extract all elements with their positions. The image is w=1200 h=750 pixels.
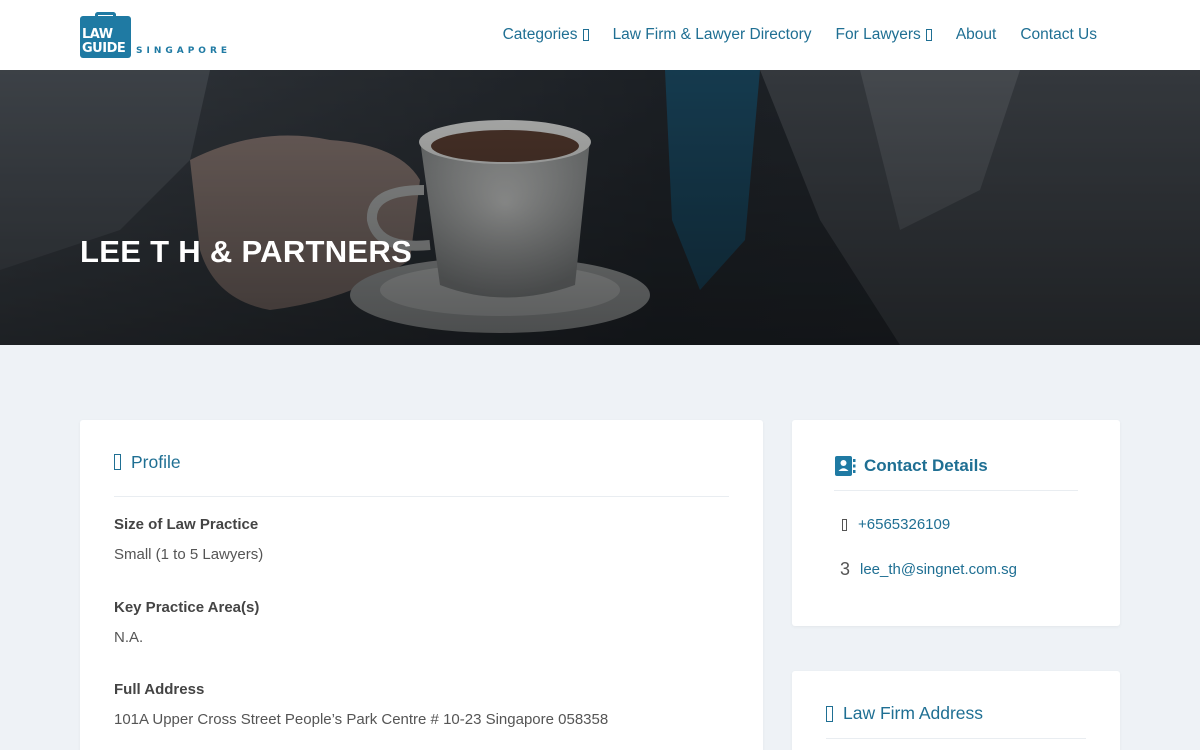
field-label: Full Address bbox=[114, 681, 205, 698]
site-logo[interactable]: LAW GUIDE SINGAPORE bbox=[80, 12, 250, 60]
field-value: 101A Upper Cross Street People’s Park Ce… bbox=[114, 711, 609, 728]
logo-word-guide: GUIDE bbox=[82, 41, 126, 56]
chevron-down-icon bbox=[582, 29, 589, 41]
nav-about-label: About bbox=[955, 26, 997, 43]
address-card-header: Law Firm Address bbox=[826, 689, 1086, 739]
nav-directory-label: Law Firm & Lawyer Directory bbox=[612, 26, 812, 43]
contact-email-row: 3 lee_th@singnet.com.sg bbox=[838, 559, 1017, 580]
field-label: Key Practice Area(s) bbox=[114, 599, 260, 616]
nav-directory[interactable]: Law Firm & Lawyer Directory bbox=[613, 26, 812, 44]
nav-contact-us-label: Contact Us bbox=[1020, 26, 1097, 43]
field-practice-areas: Key Practice Area(s) N.A. bbox=[114, 599, 259, 646]
field-practice-size: Size of Law Practice Small (1 to 5 Lawye… bbox=[114, 516, 263, 563]
chevron-down-icon bbox=[925, 29, 932, 41]
nav-categories-label: Categories bbox=[502, 26, 578, 43]
field-value: Small (1 to 5 Lawyers) bbox=[114, 546, 264, 563]
profile-icon bbox=[114, 454, 121, 470]
hero-background-image bbox=[0, 70, 1200, 345]
hero-banner: LEE T H & PARTNERS bbox=[0, 70, 1200, 345]
contact-card-header: Contact Details bbox=[834, 442, 1078, 491]
field-full-address: Full Address 101A Upper Cross Street Peo… bbox=[114, 681, 608, 728]
email-link[interactable]: lee_th@singnet.com.sg bbox=[860, 561, 1017, 578]
address-heading: Law Firm Address bbox=[843, 703, 984, 723]
nav-about[interactable]: About bbox=[956, 26, 997, 44]
main-nav: Categories Law Firm & Lawyer Directory F… bbox=[503, 0, 1097, 70]
email-icon: 3 bbox=[839, 559, 850, 579]
map-marker-icon bbox=[826, 705, 833, 722]
profile-card-header: Profile bbox=[114, 428, 729, 497]
nav-contact-us[interactable]: Contact Us bbox=[1020, 26, 1097, 44]
profile-heading: Profile bbox=[131, 451, 181, 472]
page-title: LEE T H & PARTNERS bbox=[80, 234, 413, 269]
logo-subtitle: SINGAPORE bbox=[136, 46, 232, 56]
contact-phone-row: +6565326109 bbox=[838, 516, 950, 533]
nav-for-lawyers-label: For Lawyers bbox=[835, 26, 921, 43]
nav-for-lawyers[interactable]: For Lawyers bbox=[836, 26, 932, 44]
field-value: N.A. bbox=[114, 629, 144, 646]
field-label: Size of Law Practice bbox=[114, 516, 259, 533]
contact-heading: Contact Details bbox=[864, 456, 988, 475]
profile-card: Profile Size of Law Practice Small (1 to… bbox=[80, 420, 763, 750]
address-book-icon bbox=[835, 456, 856, 476]
phone-link[interactable]: +6565326109 bbox=[858, 516, 950, 533]
address-card: Law Firm Address bbox=[792, 671, 1120, 750]
nav-categories[interactable]: Categories bbox=[503, 26, 589, 44]
contact-card: Contact Details +6565326109 3 lee_th@sin… bbox=[792, 420, 1120, 626]
phone-icon bbox=[842, 518, 847, 531]
logo-word-law: LAW bbox=[82, 27, 113, 42]
site-header: LAW GUIDE SINGAPORE Categories Law Firm … bbox=[0, 0, 1200, 70]
